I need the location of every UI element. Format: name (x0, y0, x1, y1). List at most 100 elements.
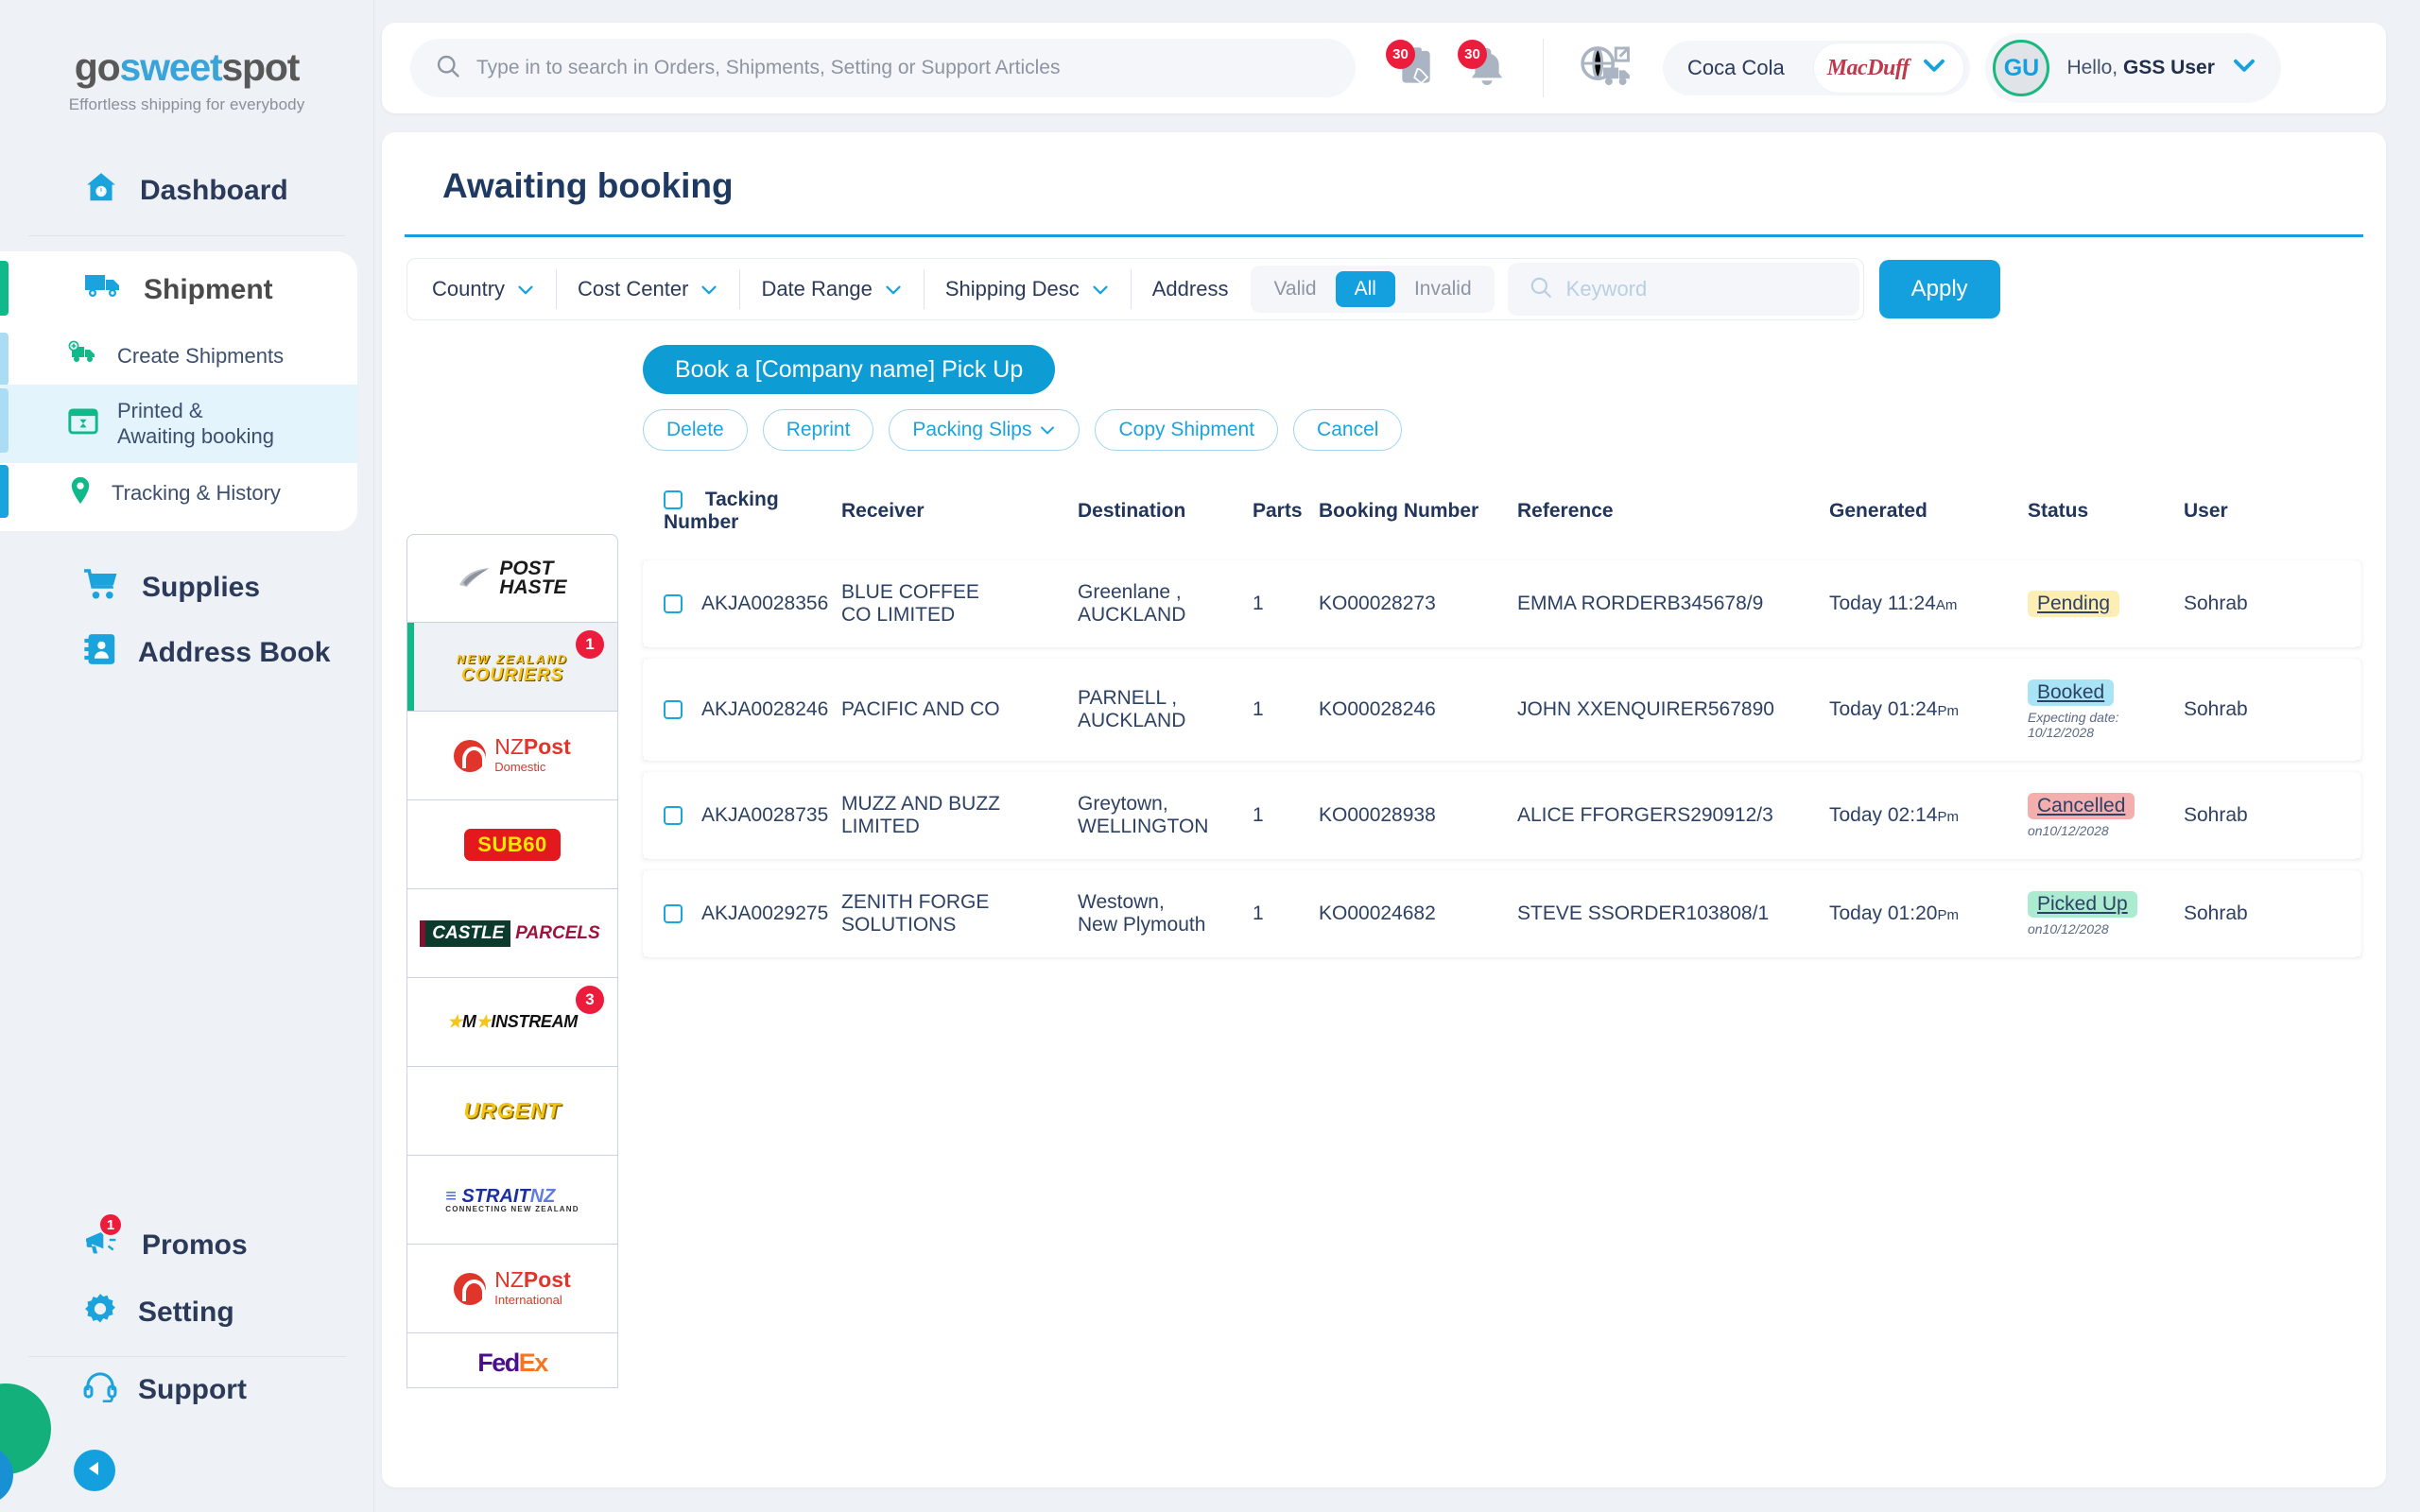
filter-group: Country Cost Center Date Range Shipping … (406, 258, 1864, 320)
delete-button[interactable]: Delete (643, 409, 748, 451)
segment-valid[interactable]: Valid (1254, 271, 1335, 307)
main-area: 30 30 Coca Cola MacDuff (374, 0, 2420, 1512)
apply-button[interactable]: Apply (1878, 260, 2000, 318)
filter-date-range[interactable]: Date Range (740, 269, 925, 309)
table-row[interactable]: AKJA0029275 ZENITH FORGE SOLUTIONS Westo… (643, 870, 2361, 958)
sidebar-item-dashboard-label: Dashboard (140, 175, 288, 206)
sidebar-divider-top (28, 235, 345, 236)
brand-tagline: Effortless shipping for everybody (68, 95, 305, 113)
status-badge[interactable]: Cancelled (2028, 793, 2135, 820)
create-shipments-accent-bar (0, 333, 9, 386)
chevron-down-icon (1091, 277, 1110, 301)
filter-shipping-desc-label: Shipping Desc (944, 277, 1080, 301)
cell-reference: EMMA RORDERB345678/9 (1517, 593, 1764, 614)
th-generated: Generated (1829, 500, 1927, 522)
sidebar-item-supplies[interactable]: Supplies (0, 556, 373, 620)
nzpost-international-sub: International (494, 1292, 562, 1307)
generated-time: Today 01:24 (1829, 698, 1938, 721)
chevron-down-icon (1039, 419, 1056, 441)
carrier-castle-parcels[interactable]: CASTLE PARCELS (406, 889, 618, 978)
user-menu[interactable]: GU Hello, GSS User (1985, 33, 2281, 103)
reprint-button[interactable]: Reprint (762, 409, 874, 451)
sidebar-item-setting[interactable]: Setting (0, 1279, 374, 1347)
keyword-search[interactable] (1507, 263, 1859, 316)
row-checkbox[interactable] (664, 700, 683, 720)
sidebar-item-shipment[interactable]: Shipment (0, 251, 357, 327)
status-badge[interactable]: Picked Up (2028, 891, 2137, 919)
carrier-urgent[interactable]: URGENT (406, 1067, 618, 1156)
book-pickup-button[interactable]: Book a [Company name] Pick Up (643, 345, 1056, 394)
topbar-divider-1 (1543, 39, 1544, 97)
carrier-straitnz[interactable]: ≡ STRAITNZ CONNECTING NEW ZEALAND (406, 1156, 618, 1245)
globe-truck-icon (1580, 45, 1633, 91)
carrier-post-haste[interactable]: POST HASTE (406, 534, 618, 623)
shipment-accent-bar (0, 261, 9, 316)
carrier-fedex[interactable]: FedEx (406, 1333, 618, 1388)
receiver-line2: CO LIMITED (841, 604, 956, 626)
sidebar-item-support[interactable]: Support (0, 1357, 374, 1423)
sidebar-item-tracking-history[interactable]: Tracking & History (0, 463, 357, 524)
table-row[interactable]: AKJA0028356 BLUE COFFEE CO LIMITED Green… (643, 560, 2361, 647)
nzpost-mark-icon (454, 1272, 487, 1305)
chevron-down-icon (884, 277, 903, 301)
filter-cost-center[interactable]: Cost Center (557, 269, 741, 309)
receiver-line1: ZENITH FORGE (841, 891, 990, 914)
th-status: Status (2028, 500, 2089, 522)
filter-country[interactable]: Country (411, 269, 558, 309)
segment-invalid[interactable]: Invalid (1395, 271, 1491, 307)
sidebar-item-dashboard[interactable]: Dashboard (0, 156, 373, 226)
account-selector[interactable]: Coca Cola MacDuff (1663, 41, 1971, 95)
cell-receiver: MUZZ AND BUZZ LIMITED (841, 772, 1078, 859)
th-reference: Reference (1517, 500, 1614, 522)
status-badge[interactable]: Booked (2028, 679, 2115, 706)
keyword-input[interactable] (1565, 277, 1839, 301)
copy-shipment-button[interactable]: Copy Shipment (1095, 409, 1279, 451)
straitnz-logo: ≡ STRAITNZ CONNECTING NEW ZEALAND (445, 1185, 579, 1213)
chevron-down-icon[interactable] (1922, 58, 1946, 79)
global-search[interactable] (410, 39, 1356, 97)
sidebar-item-supplies-label: Supplies (142, 572, 261, 603)
cell-status: Picked Up on10/12/2028 (2028, 870, 2184, 957)
table-row[interactable]: AKJA0028735 MUZZ AND BUZZ LIMITED Greyto… (643, 772, 2361, 860)
row-checkbox[interactable] (664, 594, 683, 613)
sidebar-item-address-book-label: Address Book (138, 637, 331, 668)
table-row[interactable]: AKJA0028246 PACIFIC AND CO PARNELL , AUC… (643, 659, 2361, 762)
sidebar-item-address-book[interactable]: Address Book (0, 620, 373, 686)
orders-notification-button[interactable]: 30 (1386, 39, 1437, 92)
row-checkbox[interactable] (664, 904, 683, 924)
status-badge[interactable]: Pending (2028, 591, 2120, 617)
segment-all[interactable]: All (1335, 271, 1395, 307)
cell-destination: Greenlane , AUCKLAND (1078, 560, 1253, 647)
cancel-button[interactable]: Cancel (1293, 409, 1403, 451)
sidebar-item-printed-awaiting-booking[interactable]: Printed & Awaiting booking (0, 384, 357, 463)
post-haste-logo: POST HASTE (458, 558, 567, 597)
international-shipping-button[interactable] (1580, 45, 1633, 92)
th-user: User (2184, 500, 2228, 522)
account-logo: MacDuff (1812, 43, 1965, 94)
sidebar-item-promos[interactable]: 1 Promos (0, 1212, 374, 1279)
search-input[interactable] (476, 57, 1331, 79)
sidebar-collapse-button[interactable] (74, 1450, 115, 1491)
packing-slips-button[interactable]: Packing Slips (889, 409, 1080, 451)
carrier-sub60[interactable]: SUB60 (406, 800, 618, 889)
row-checkbox[interactable] (664, 806, 683, 826)
chevron-down-icon[interactable] (2232, 58, 2256, 79)
megaphone-icon: 1 (83, 1212, 123, 1265)
carrier-new-zealand-couriers[interactable]: 1 NEW ZEALAND COURIERS (406, 623, 618, 712)
bell-notification-button[interactable]: 30 (1458, 39, 1507, 92)
carrier-mainstream[interactable]: 3 ★M★INSTREAM (406, 978, 618, 1067)
select-all-checkbox[interactable] (664, 490, 683, 510)
cell-tracking: AKJA0028246 (643, 659, 841, 761)
carrier-nzpost-domestic[interactable]: NZPost Domestic (406, 712, 618, 800)
address-book-icon (83, 632, 117, 674)
generated-time: Today 01:20 (1829, 902, 1938, 925)
filter-address-label: Address (1132, 269, 1250, 309)
mainstream-logo: ★M★INSTREAM (447, 1012, 578, 1031)
destination-line1: Westown, (1078, 891, 1165, 914)
carrier-nzpost-international[interactable]: NZPost International (406, 1245, 618, 1333)
filter-shipping-desc[interactable]: Shipping Desc (925, 269, 1132, 309)
sidebar-item-create-shipments[interactable]: Create Shipments (0, 327, 357, 386)
cell-tracking: AKJA0028356 (643, 560, 841, 647)
destination-line1: Greytown, (1078, 793, 1168, 816)
filter-date-range-label: Date Range (761, 277, 873, 301)
